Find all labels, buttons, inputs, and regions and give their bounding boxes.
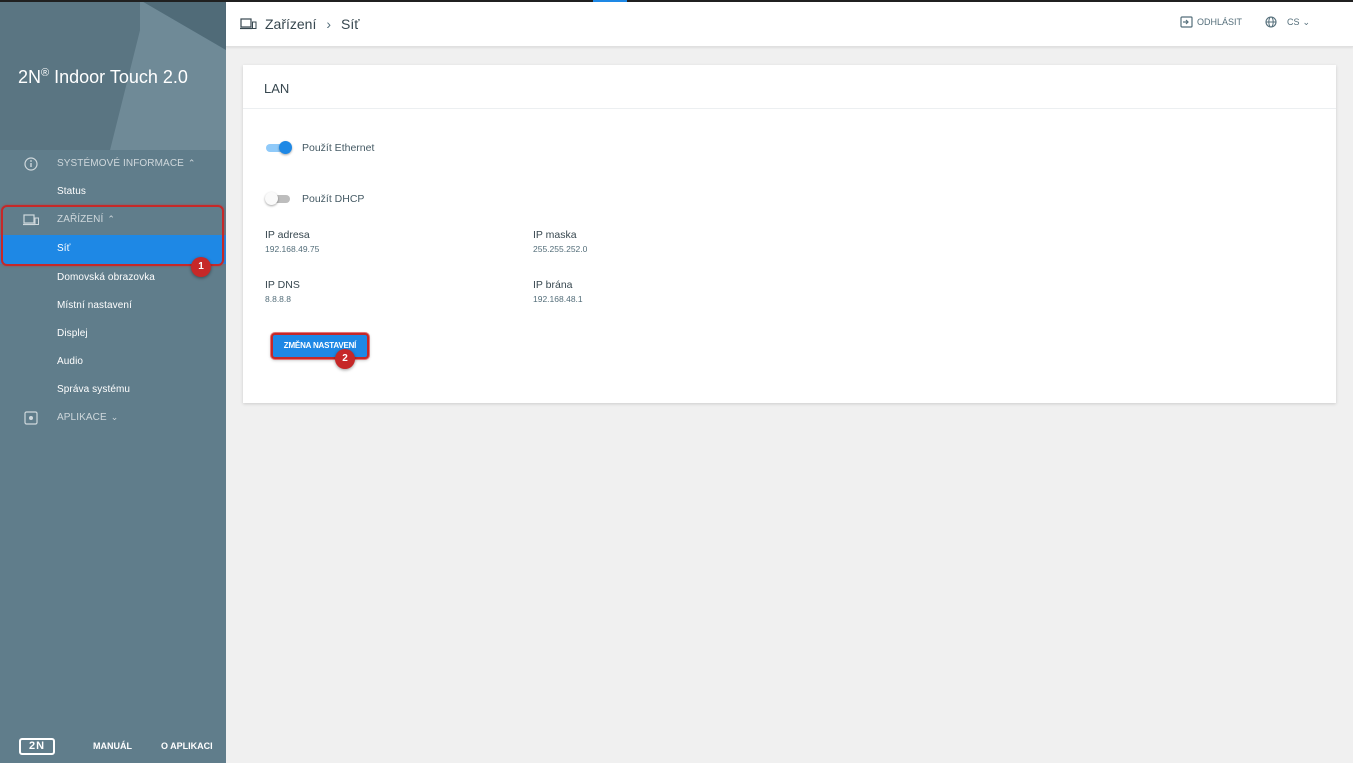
ip-dns-label: IP DNS bbox=[265, 279, 300, 291]
ethernet-toggle[interactable] bbox=[265, 140, 293, 156]
sidebar-item-label: Místní nastavení bbox=[57, 300, 132, 311]
window-top-border bbox=[0, 0, 1353, 2]
logout-button[interactable]: ODHLÁSIT bbox=[1180, 16, 1242, 28]
toggle-knob bbox=[265, 192, 278, 205]
window-top-accent bbox=[593, 0, 627, 2]
sidebar-item-label: Správa systému bbox=[57, 384, 131, 395]
breadcrumb-devices[interactable]: Zařízení bbox=[265, 16, 316, 32]
sidebar-item-status[interactable]: Status bbox=[0, 178, 226, 206]
ip-dns-value: 8.8.8.8 bbox=[265, 294, 291, 304]
sidebar-item-system-management[interactable]: Správa systému bbox=[0, 376, 226, 404]
sidebar-section-system-info[interactable]: SYSTÉMOVÉ INFORMACE ⌃ bbox=[0, 150, 226, 178]
sidebar-header: 2N® Indoor Touch 2.0 bbox=[0, 0, 226, 150]
manual-link[interactable]: MANUÁL bbox=[93, 741, 132, 751]
logout-label: ODHLÁSIT bbox=[1197, 17, 1243, 27]
dhcp-toggle-label: Použít DHCP bbox=[302, 193, 365, 205]
about-link[interactable]: O APLIKACI bbox=[161, 741, 213, 751]
breadcrumb: Zařízení › Síť bbox=[240, 16, 360, 32]
language-value: CS bbox=[1287, 17, 1300, 27]
sidebar-section-label: SYSTÉMOVÉ INFORMACE bbox=[57, 158, 184, 169]
dhcp-toggle[interactable] bbox=[265, 191, 293, 207]
sidebar-item-label: Audio bbox=[57, 356, 84, 367]
card-divider bbox=[243, 108, 1336, 109]
ip-gateway-label: IP brána bbox=[533, 279, 573, 291]
ip-gateway-value: 192.168.48.1 bbox=[533, 294, 583, 304]
chevron-down-icon: ⌄ bbox=[1302, 16, 1311, 27]
breadcrumb-separator: › bbox=[326, 16, 332, 32]
globe-icon bbox=[1265, 16, 1277, 28]
annotation-marker-1: 1 bbox=[191, 257, 211, 277]
ip-mask-value: 255.255.252.0 bbox=[533, 244, 588, 254]
language-select[interactable]: CS ⌄ bbox=[1265, 16, 1310, 28]
app-title: 2N® Indoor Touch 2.0 bbox=[18, 67, 188, 87]
sidebar-item-local-settings[interactable]: Místní nastavení bbox=[0, 292, 226, 320]
ip-address-label: IP adresa bbox=[265, 229, 310, 241]
toggle-knob bbox=[279, 141, 292, 154]
chevron-down-icon: ⌄ bbox=[110, 412, 119, 422]
breadcrumb-network: Síť bbox=[341, 16, 360, 32]
sidebar-footer: 2N MANUÁL O APLIKACI bbox=[0, 730, 226, 763]
apps-icon bbox=[24, 411, 38, 425]
logout-icon bbox=[1180, 16, 1193, 28]
ip-address-value: 192.168.49.75 bbox=[265, 244, 320, 254]
card-title: LAN bbox=[264, 81, 290, 96]
top-bar: Zařízení › Síť ODHLÁSIT CS ⌄ bbox=[226, 0, 1353, 47]
sidebar: 2N® Indoor Touch 2.0 SYSTÉMOVÉ INFORMACE… bbox=[0, 0, 226, 763]
brand-logo: 2N bbox=[19, 738, 55, 755]
sidebar-section-label: APLIKACE bbox=[57, 412, 107, 423]
ethernet-toggle-label: Použít Ethernet bbox=[302, 142, 375, 154]
sidebar-item-label: Status bbox=[57, 186, 86, 197]
sidebar-item-label: Domovská obrazovka bbox=[57, 272, 155, 283]
sidebar-item-label: Displej bbox=[57, 328, 88, 339]
sidebar-section-apps[interactable]: APLIKACE ⌄ bbox=[0, 404, 226, 432]
lan-card: LAN Použít Ethernet Použít DHCP IP adres… bbox=[243, 65, 1336, 403]
annotation-marker-2: 2 bbox=[335, 349, 355, 369]
devices-icon bbox=[240, 18, 257, 30]
sidebar-item-audio[interactable]: Audio bbox=[0, 348, 226, 376]
info-icon bbox=[24, 157, 38, 171]
annotation-highlight-1 bbox=[1, 205, 224, 266]
sidebar-item-display[interactable]: Displej bbox=[0, 320, 226, 348]
ip-mask-label: IP maska bbox=[533, 229, 577, 241]
chevron-up-icon: ⌃ bbox=[187, 158, 196, 168]
